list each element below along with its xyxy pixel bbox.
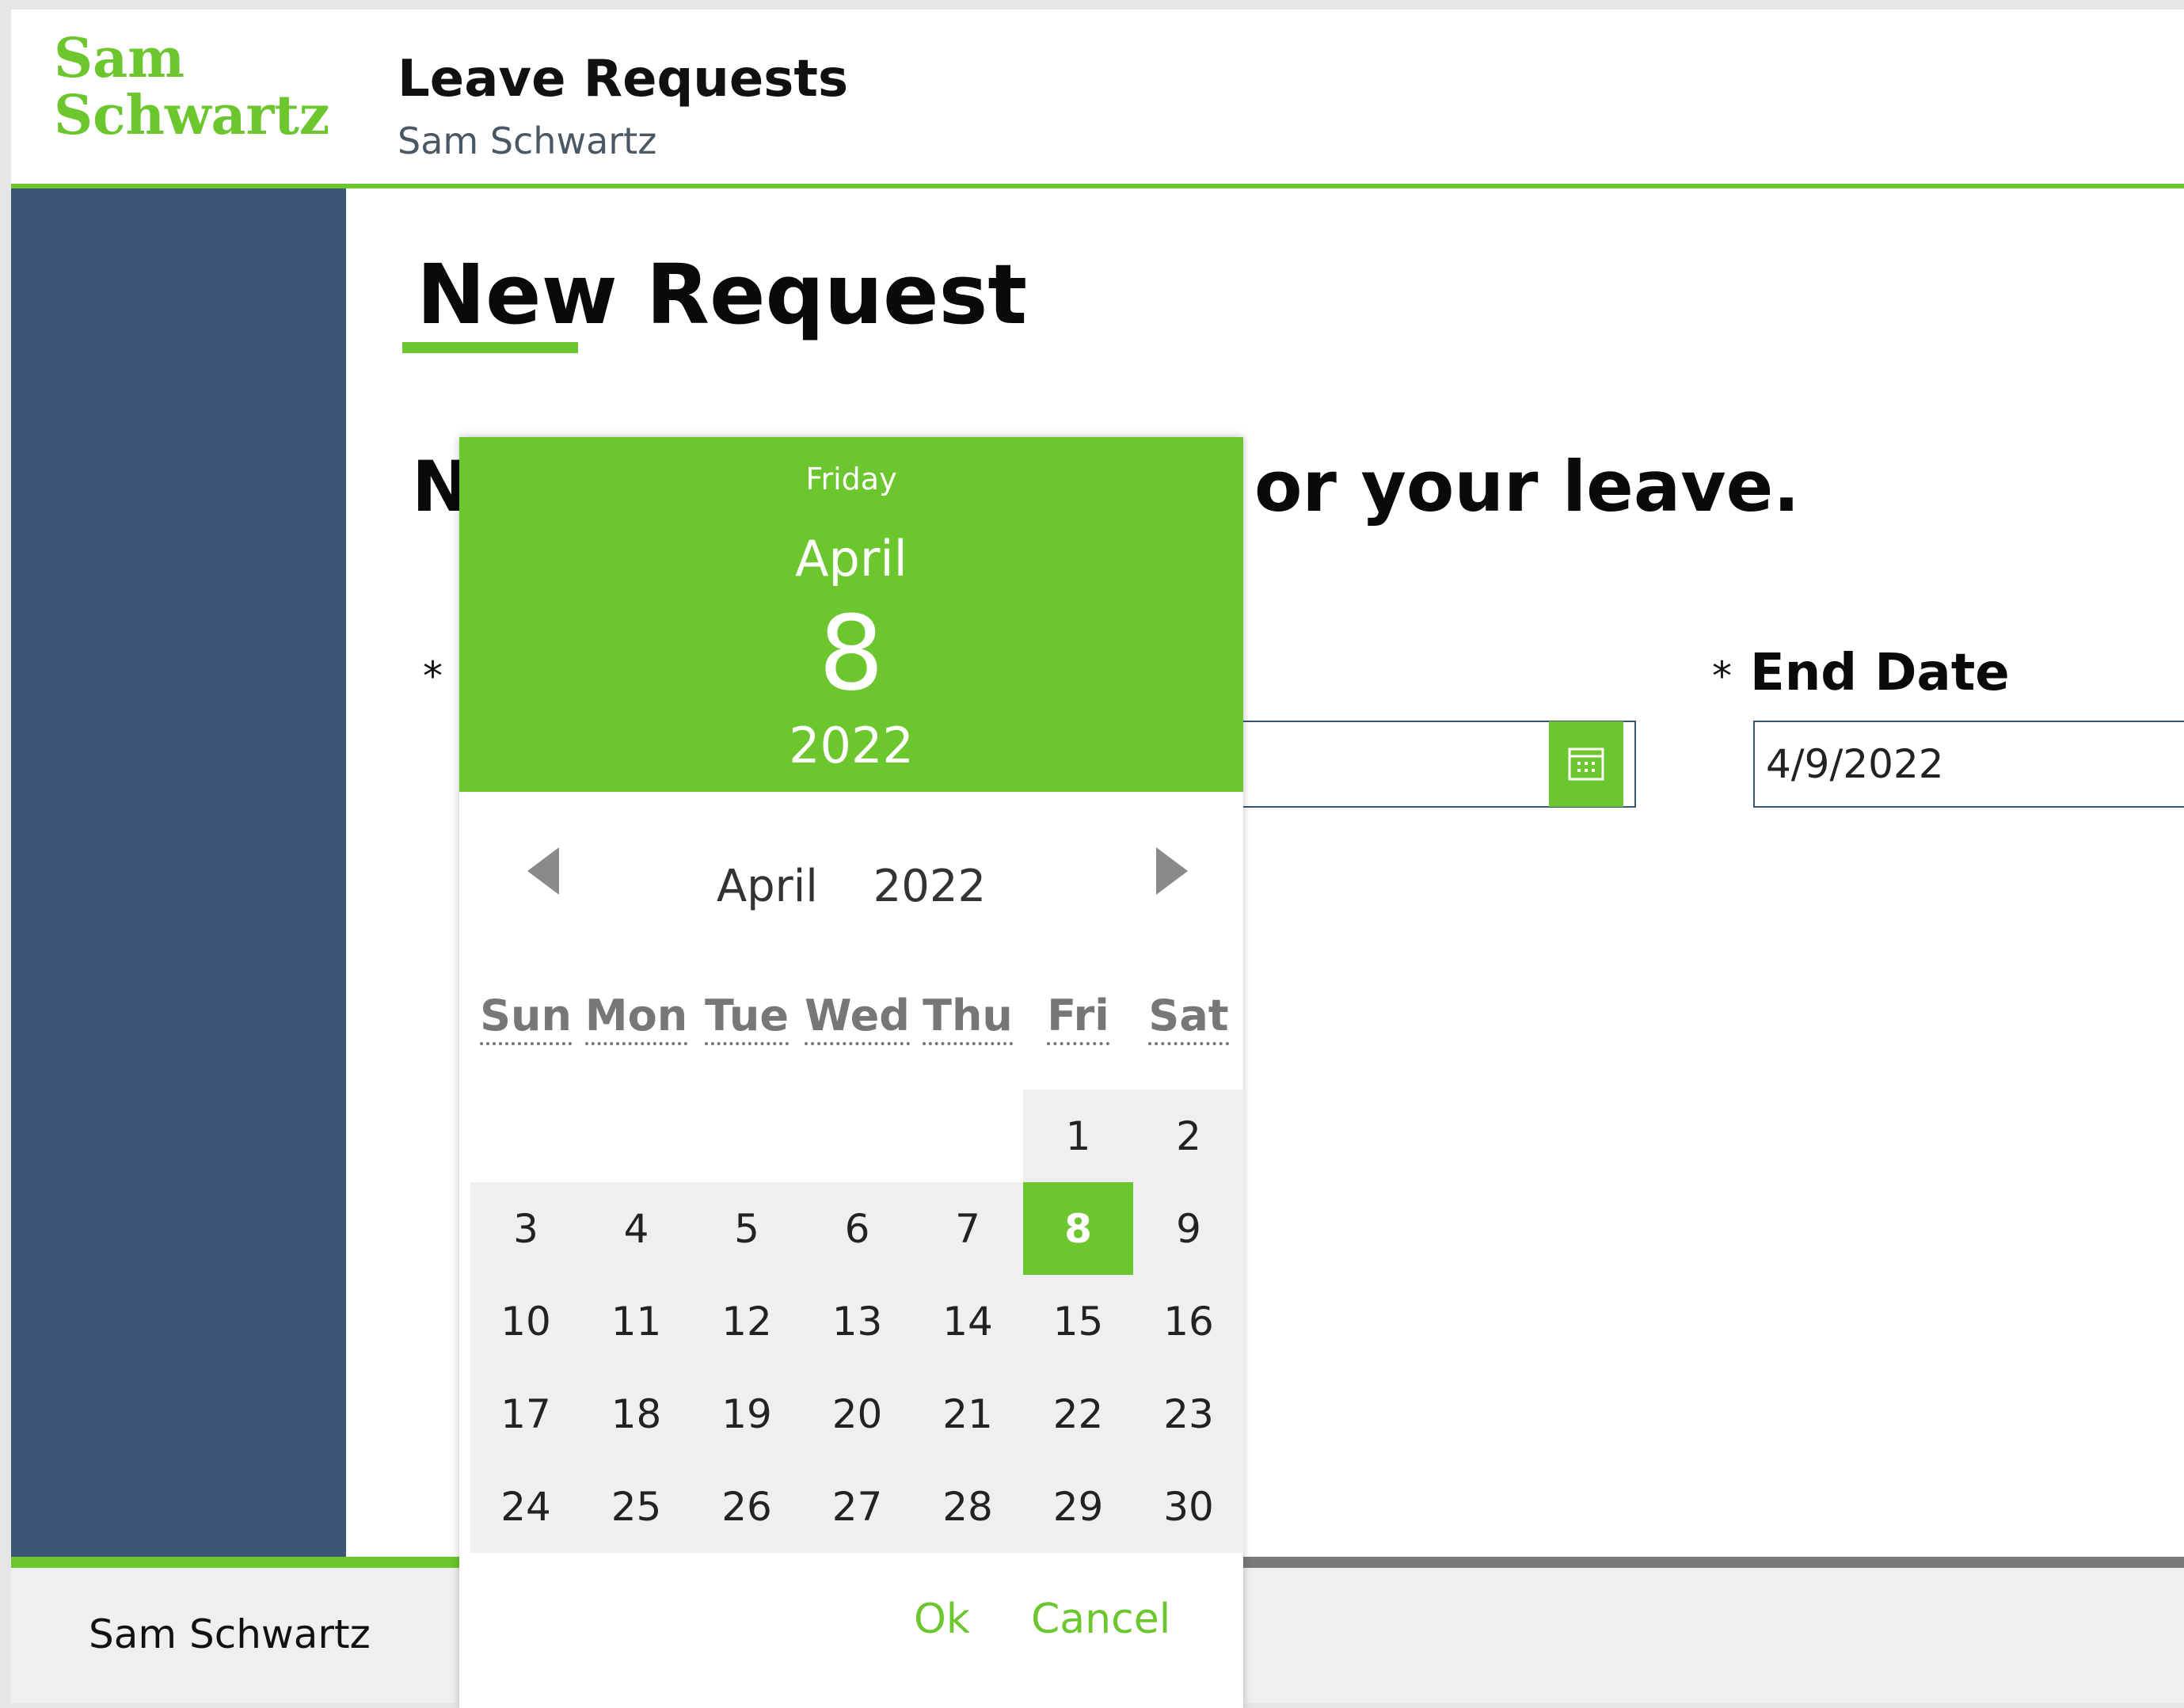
calendar-icon	[1568, 747, 1604, 781]
calendar-day[interactable]: 25	[580, 1460, 692, 1553]
calendar-day[interactable]: 26	[691, 1460, 802, 1553]
selected-weekday: Friday	[805, 462, 897, 496]
start-date-calendar-button[interactable]	[1549, 721, 1623, 807]
weekday-header-sun: Sun	[470, 988, 581, 1045]
weekday-header-label: Thu	[923, 991, 1013, 1045]
calendar-day[interactable]: 13	[801, 1275, 913, 1368]
footer-accent-line	[11, 1557, 486, 1568]
nav-month: April	[716, 861, 818, 912]
ok-button[interactable]: Ok	[914, 1592, 970, 1647]
calendar-day[interactable]: 3	[470, 1182, 581, 1275]
calendar-day[interactable]: 29	[1022, 1460, 1134, 1553]
calendar-day[interactable]: 17	[470, 1368, 581, 1460]
calendar-day[interactable]: 27	[801, 1460, 913, 1553]
nav-year: 2022	[873, 861, 987, 912]
sidebar	[11, 188, 346, 1557]
calendar-day[interactable]: 23	[1133, 1368, 1244, 1460]
calendar-day[interactable]: 10	[470, 1275, 581, 1368]
calendar-day[interactable]: 18	[580, 1368, 692, 1460]
selected-month: April	[795, 530, 907, 588]
instruction-end: or your leave.	[1254, 446, 1800, 527]
title-underline	[402, 342, 578, 353]
calendar-day[interactable]: 7	[912, 1182, 1023, 1275]
calendar-day[interactable]: 21	[912, 1368, 1023, 1460]
calendar-day[interactable]: 5	[691, 1182, 802, 1275]
calendar-day[interactable]: 12	[691, 1275, 802, 1368]
weekday-header-wed: Wed	[802, 988, 913, 1045]
app-title: Leave Requests	[398, 50, 849, 108]
weekday-header-label: Fri	[1047, 991, 1109, 1045]
end-date-label: End Date	[1750, 644, 2010, 702]
calendar-day[interactable]: 15	[1022, 1275, 1134, 1368]
calendar-day[interactable]: 28	[912, 1460, 1023, 1553]
calendar-day[interactable]: 20	[801, 1368, 913, 1460]
footer-user-name: Sam Schwartz	[89, 1611, 371, 1657]
calendar-day[interactable]: 1	[1022, 1090, 1134, 1182]
weekday-header-label: Wed	[805, 991, 910, 1045]
selected-year[interactable]: 2022	[459, 714, 1243, 778]
weekday-header-mon: Mon	[581, 988, 692, 1045]
calendar-day[interactable]: 16	[1133, 1275, 1244, 1368]
start-date-required-mark: *	[423, 653, 443, 699]
calendar-day[interactable]: 22	[1022, 1368, 1134, 1460]
logo-line-2: Schwartz	[54, 84, 330, 147]
weekday-header-fri: Fri	[1023, 988, 1134, 1045]
date-picker-header: Friday April 8 2022	[459, 437, 1243, 792]
calendar-day[interactable]: 19	[691, 1368, 802, 1460]
calendar-day[interactable]: 4	[580, 1182, 692, 1275]
end-date-required-mark: *	[1712, 653, 1732, 699]
logo: Sam Schwartz	[54, 30, 329, 144]
calendar-day[interactable]: 6	[801, 1182, 913, 1275]
logo-line-1: Sam	[54, 27, 185, 90]
calendar-day[interactable]: 9	[1133, 1182, 1244, 1275]
weekday-header-sat: Sat	[1133, 988, 1244, 1045]
page-title: New Request	[417, 246, 1028, 343]
cancel-button[interactable]: Cancel	[1031, 1592, 1170, 1647]
calendar-day-selected[interactable]: 8	[1022, 1182, 1134, 1275]
weekday-header-thu: Thu	[912, 988, 1023, 1045]
weekday-header-label: Sun	[480, 991, 572, 1045]
app-header: Sam Schwartz Leave Requests Sam Schwartz	[11, 10, 2184, 188]
calendar-day[interactable]: 14	[912, 1275, 1023, 1368]
weekday-header-tue: Tue	[691, 988, 802, 1045]
month-year-nav: April 2022	[459, 855, 1243, 919]
weekday-header-label: Tue	[705, 991, 789, 1045]
calendar-day[interactable]: 11	[580, 1275, 692, 1368]
calendar-day[interactable]: 2	[1133, 1090, 1244, 1182]
weekday-header-label: Sat	[1148, 991, 1229, 1045]
selected-day: 8	[818, 593, 885, 713]
app-subtitle: Sam Schwartz	[398, 120, 657, 162]
calendar-day[interactable]: 24	[470, 1460, 581, 1553]
calendar-day[interactable]: 30	[1133, 1460, 1244, 1553]
end-date-input[interactable]: 4/9/2022	[1753, 721, 2184, 808]
weekday-header-label: Mon	[584, 991, 688, 1045]
